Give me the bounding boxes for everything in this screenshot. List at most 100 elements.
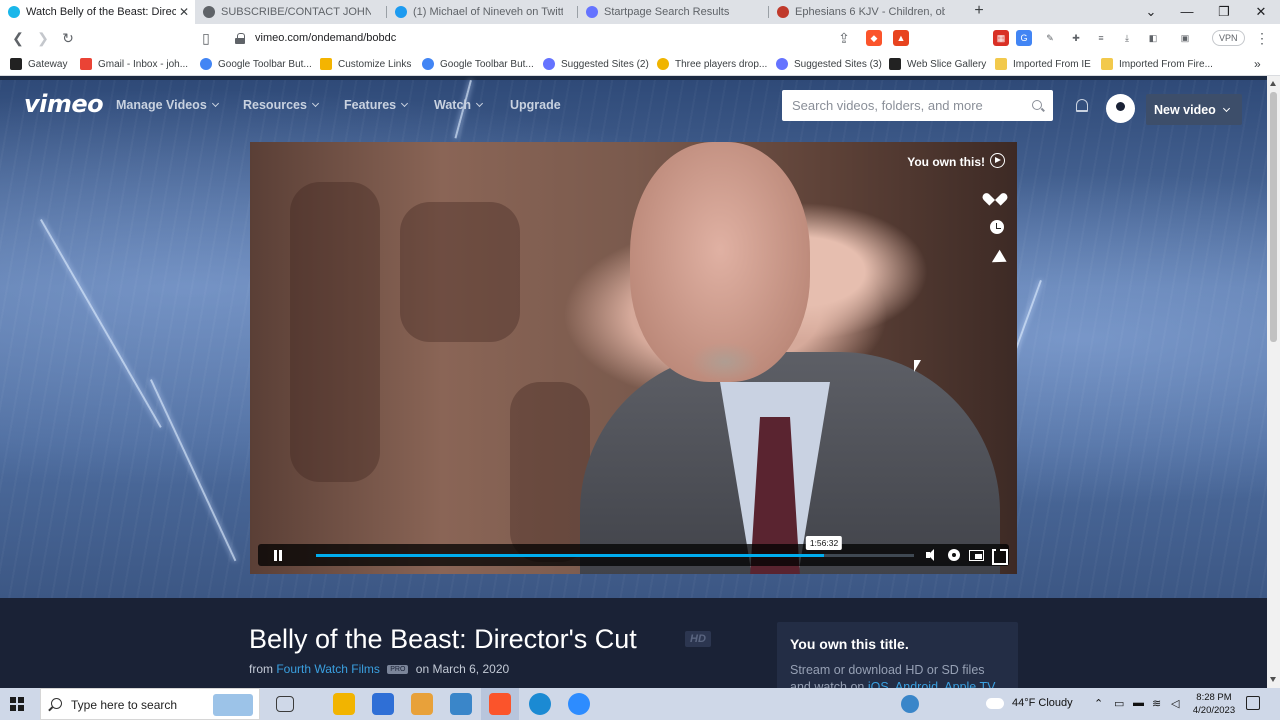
bookmark-customize-links[interactable]: Customize Links [320,57,411,71]
like-heart-icon[interactable] [986,184,1008,206]
extensions-puzzle-icon[interactable]: ✚ [1068,30,1084,46]
nav-upgrade[interactable]: Upgrade [510,98,561,112]
bookmark-three-players[interactable]: Three players drop... [657,57,767,71]
reload-icon[interactable]: ↻ [59,29,77,47]
media-player-icon[interactable] [411,693,433,715]
forward-arrow-icon[interactable]: ❯ [34,29,52,47]
video-title: Belly of the Beast: Director's Cut [249,624,637,654]
vpn-button[interactable]: VPN [1212,30,1245,46]
nav-resources[interactable]: Resources [243,98,319,112]
share-icon[interactable]: ⇪ [835,29,853,47]
close-window-button[interactable]: ✕ [1243,0,1279,24]
bookmarks-bar: Gateway Gmail - Inbox - joh... Google To… [0,52,1280,76]
vimeo-search-input[interactable] [782,90,1053,121]
chevron-down-icon [476,99,484,108]
page-scrollbar[interactable] [1267,76,1280,688]
play-circle-icon[interactable] [990,153,1005,168]
maximize-button[interactable]: ❐ [1206,0,1242,24]
extension-pen-icon[interactable]: ✎ [1042,30,1058,46]
page-favicon-icon [203,6,215,18]
scroll-up-arrow-icon[interactable] [1270,81,1276,86]
weather-text[interactable]: 44°F Cloudy [1012,697,1073,709]
file-explorer-icon[interactable] [333,693,355,715]
bookmarks-overflow-chevron-icon[interactable]: » [1254,57,1261,71]
tab-startpage[interactable]: Startpage Search Results [578,0,768,24]
address-bar[interactable]: vimeo.com/ondemand/bobdc [225,26,865,50]
fullscreen-icon[interactable] [991,547,1008,565]
search-icon[interactable] [1032,100,1042,110]
url-text[interactable]: vimeo.com/ondemand/bobdc [255,32,396,44]
windows-start-icon[interactable] [10,697,24,711]
lightning-decoration [40,219,162,428]
control-panel-icon[interactable] [450,693,472,715]
video-frame [250,142,1017,574]
sidebar-icon[interactable]: ◧ [1145,30,1161,46]
wifi-icon[interactable]: ≋ [1152,697,1161,710]
brave-browser-icon[interactable] [489,693,511,715]
creator-link[interactable]: Fourth Watch Films [276,662,380,676]
reading-list-icon[interactable]: ≡ [1093,30,1109,46]
menu-kebab-icon[interactable]: ⋮ [1253,29,1271,47]
brave-rewards-icon[interactable]: ▲ [893,30,909,46]
help-icon[interactable] [901,695,919,713]
taskbar-clock[interactable]: 8:28 PM 4/20/2023 [1192,691,1236,717]
tab-vimeo[interactable]: Watch Belly of the Beast: Direc ✕ [0,0,195,24]
tab-close-icon[interactable]: ✕ [179,5,189,19]
volume-icon[interactable] [925,548,939,562]
bookmark-google-toolbar-2[interactable]: Google Toolbar But... [422,57,534,71]
player-controls: 1:56:32 [258,536,1009,566]
bookmark-web-slice-gallery[interactable]: Web Slice Gallery [889,57,986,71]
scrollbar-thumb[interactable] [1270,92,1277,342]
zoom-icon[interactable] [568,693,590,715]
nav-watch[interactable]: Watch [434,98,484,112]
back-arrow-icon[interactable]: ❮ [9,29,27,47]
tab-subscribe-johnny[interactable]: SUBSCRIBE/CONTACT JOHNNY | Don [195,0,385,24]
extension-translate-icon[interactable]: G [1016,30,1032,46]
user-avatar[interactable] [1106,94,1135,123]
owned-label[interactable]: You own this! [907,154,985,170]
tab-search-chevron-icon[interactable]: ⌄ [1133,0,1169,24]
nav-manage-videos[interactable]: Manage Videos [116,98,219,112]
taskbar-search-box[interactable]: Type here to search [40,688,260,720]
new-video-button[interactable]: New video [1146,94,1242,125]
task-view-icon[interactable] [276,696,294,712]
picture-in-picture-icon[interactable] [969,548,984,562]
pause-icon[interactable] [273,550,283,561]
video-player[interactable]: You own this! 1:56:32 [250,142,1017,574]
battery-icon[interactable]: ▬ [1133,697,1144,709]
platforms-link[interactable]: iOS, Android, Apple TV [868,680,996,688]
download-icon[interactable]: ⤓ [1119,30,1135,46]
scroll-down-arrow-icon[interactable] [1270,677,1276,682]
bookmark-imported-ie[interactable]: Imported From IE [995,57,1091,71]
brave-shields-icon[interactable]: ◆ [866,30,882,46]
bookmark-icon[interactable]: ▯ [197,29,215,47]
bookmark-gateway[interactable]: Gateway [10,57,67,71]
vimeo-logo[interactable]: vimeo [24,90,104,118]
settings-gear-icon[interactable] [947,548,961,562]
bookmark-imported-firefox[interactable]: Imported From Fire... [1101,57,1213,71]
extension-calendar-icon[interactable]: ▦ [993,30,1009,46]
wallet-icon[interactable]: ▣ [1177,30,1193,46]
edge-browser-icon[interactable] [529,693,551,715]
bookmark-gmail[interactable]: Gmail - Inbox - joh... [80,57,188,71]
microsoft-store-icon[interactable] [372,693,394,715]
notifications-bell-icon[interactable] [1074,98,1088,112]
network-icon[interactable]: ▭ [1114,697,1124,710]
share-paper-plane-icon[interactable] [986,248,1008,270]
speaker-icon[interactable]: ◁ [1171,697,1179,710]
new-tab-button[interactable]: + [970,2,988,20]
time-tooltip: 1:56:32 [805,536,843,550]
chevron-down-icon [311,99,319,108]
tab-twitter[interactable]: (1) Michael of Nineveh on Twitter: "An [387,0,577,24]
bookmark-suggested-sites-2[interactable]: Suggested Sites (2) [543,57,649,71]
bookmark-google-toolbar-1[interactable]: Google Toolbar But... [200,57,312,71]
minimize-button[interactable]: — [1169,0,1205,24]
watch-later-clock-icon[interactable] [986,216,1008,238]
cloudy-weather-icon [986,698,1004,709]
progress-bar[interactable]: 1:56:32 [316,536,914,557]
notifications-icon[interactable] [1246,696,1260,710]
bookmark-suggested-sites-3[interactable]: Suggested Sites (3) [776,57,882,71]
tab-ephesians[interactable]: Ephesians 6 KJV - Children, obey your [769,0,959,24]
nav-features[interactable]: Features [344,98,409,112]
show-hidden-icons-chevron-icon[interactable]: ⌃ [1094,697,1103,710]
